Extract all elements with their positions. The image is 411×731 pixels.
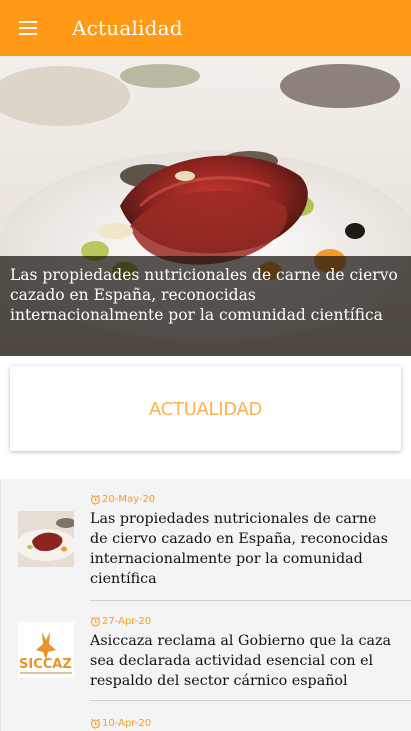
- news-date: 20-May-20: [102, 493, 156, 505]
- menu-button[interactable]: [0, 0, 56, 56]
- news-title: Asiccaza reclama al Gobierno que la caza…: [90, 633, 392, 689]
- hamburger-menu-icon: [19, 21, 37, 35]
- featured-caption: Las propiedades nutricionales de carne d…: [0, 256, 411, 356]
- news-item[interactable]: 20-May-20 Las propiedades nutricionales …: [1, 479, 411, 601]
- news-date: 10-Apr-20: [102, 717, 152, 729]
- news-list: 20-May-20 Las propiedades nutricionales …: [0, 479, 411, 731]
- date-row: 27-Apr-20: [90, 614, 151, 628]
- asiccaza-logo-text: SICCAZ: [19, 657, 72, 672]
- news-title: Las propiedades nutricionales de carne d…: [90, 511, 388, 587]
- news-date: 27-Apr-20: [102, 615, 152, 627]
- date-row: 10-Apr-20: [90, 716, 151, 730]
- date-row: 20-May-20: [90, 492, 155, 506]
- clock-icon: [91, 494, 100, 504]
- section-label: ACTUALIDAD: [148, 399, 263, 420]
- section-card[interactable]: ACTUALIDAD: [10, 366, 401, 451]
- asiccaza-logo-thumbnail: SICCAZ: [18, 622, 74, 678]
- news-item[interactable]: 27-Apr-20 SICCAZ Asiccaza reclama al Gob…: [1, 601, 411, 701]
- clock-icon: [91, 718, 100, 728]
- app-title: Actualidad: [72, 16, 183, 40]
- featured-article[interactable]: Las propiedades nutricionales de carne d…: [0, 56, 411, 356]
- venison-dish-thumbnail: [18, 511, 74, 567]
- news-item[interactable]: 10-Apr-20: [1, 701, 411, 731]
- app-bar: Actualidad: [0, 0, 411, 56]
- clock-icon: [91, 616, 100, 626]
